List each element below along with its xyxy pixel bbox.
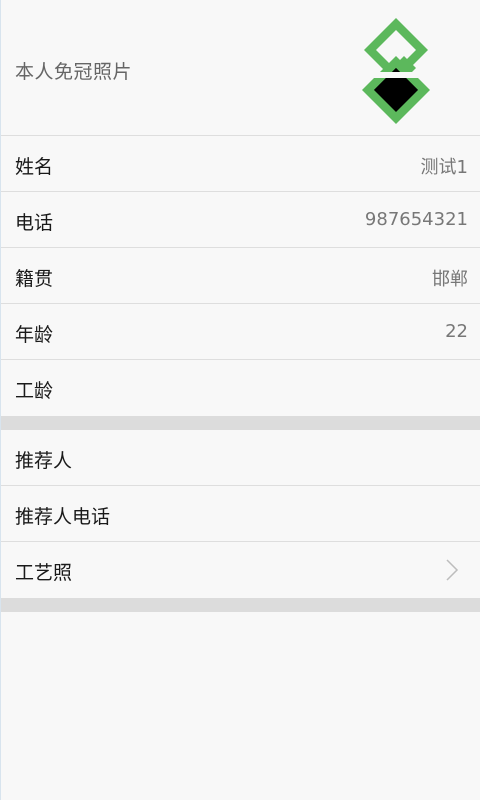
phone-value: 987654321 <box>364 209 468 230</box>
photo-row[interactable]: 本人免冠照片 <box>1 0 480 136</box>
placeholder-image-icon[interactable] <box>358 14 434 124</box>
name-row[interactable]: 姓名 测试1 <box>1 136 480 192</box>
craft-photo-row[interactable]: 工艺照 <box>1 542 480 598</box>
age-label: 年龄 <box>15 324 54 346</box>
referrer-row[interactable]: 推荐人 <box>1 430 480 486</box>
referrer-label: 推荐人 <box>15 450 73 472</box>
name-label: 姓名 <box>15 156 54 178</box>
bottom-divider <box>1 598 480 612</box>
referrer-phone-label: 推荐人电话 <box>15 506 111 528</box>
profile-detail-screen: 本人免冠照片 姓名 测试1 电话 987654321 籍贯 邯郸 年龄 22 工… <box>0 0 480 800</box>
work-years-row[interactable]: 工龄 <box>1 360 480 416</box>
hometown-value: 邯郸 <box>432 269 468 290</box>
name-value: 测试1 <box>420 157 468 178</box>
hometown-label: 籍贯 <box>15 268 54 290</box>
referrer-phone-row[interactable]: 推荐人电话 <box>1 486 480 542</box>
photo-label: 本人免冠照片 <box>15 61 133 83</box>
craft-photo-label: 工艺照 <box>15 562 73 584</box>
age-row[interactable]: 年龄 22 <box>1 304 480 360</box>
chevron-right-icon <box>446 559 459 581</box>
work-years-label: 工龄 <box>15 380 54 402</box>
section-divider <box>1 416 480 430</box>
hometown-row[interactable]: 籍贯 邯郸 <box>1 248 480 304</box>
phone-label: 电话 <box>15 212 54 234</box>
age-value: 22 <box>445 321 468 342</box>
phone-row[interactable]: 电话 987654321 <box>1 192 480 248</box>
